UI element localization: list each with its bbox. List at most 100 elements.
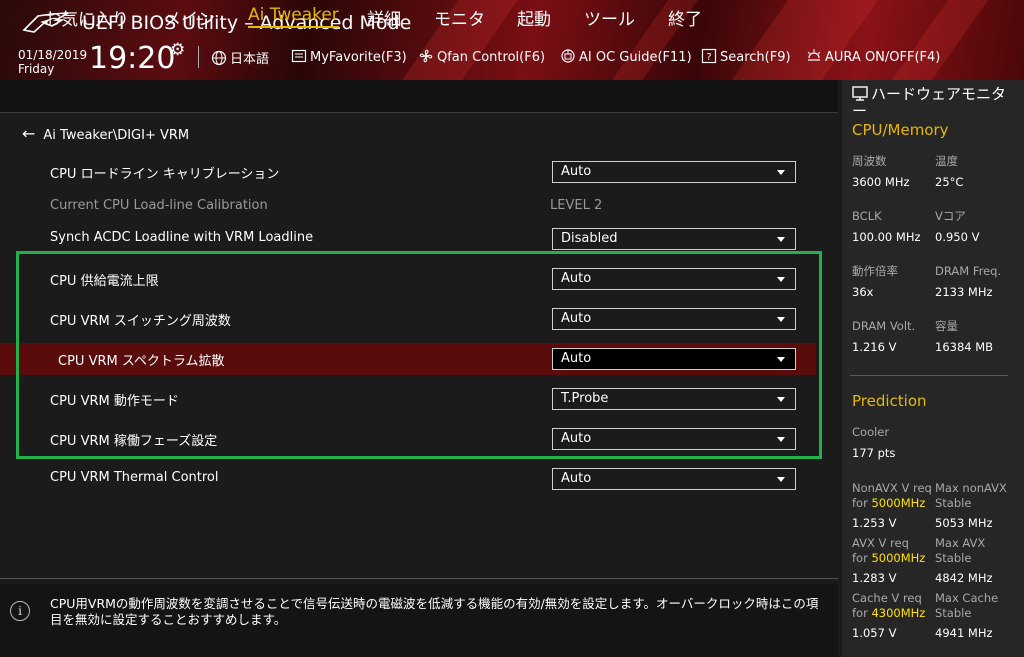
nonavx-freq: 5000MHz xyxy=(871,496,926,510)
max-nonavx-sub: Stable xyxy=(935,496,972,510)
tab-advanced[interactable]: 詳細 xyxy=(367,5,401,30)
max-nonavx-value: 5053 MHz xyxy=(935,516,993,530)
monitor-value: 3600 MHz xyxy=(852,175,910,189)
monitor-icon xyxy=(852,86,868,101)
tab-monitor[interactable]: モニタ xyxy=(434,5,485,30)
myfavorite-label: MyFavorite(F3) xyxy=(310,50,407,65)
settings-gear-icon[interactable]: ⚙ xyxy=(170,40,185,60)
monitor-value: 2133 MHz xyxy=(935,285,993,299)
monitor-value: 100.00 MHz xyxy=(852,230,921,244)
max-avx-sub: Stable xyxy=(935,551,972,565)
info-icon: i xyxy=(10,601,30,621)
svg-text:?: ? xyxy=(706,52,711,63)
favorite-icon xyxy=(291,49,307,63)
cache-for: for xyxy=(852,606,868,620)
header-decoration xyxy=(724,0,886,80)
globe-icon xyxy=(211,50,227,66)
ai-oc-guide-icon xyxy=(561,49,575,63)
myfavorite-button[interactable]: MyFavorite(F3) xyxy=(291,48,407,65)
cpu-memory-heading: CPU/Memory xyxy=(852,121,949,139)
chevron-down-icon xyxy=(777,237,785,242)
avx-value: 1.283 V xyxy=(852,571,897,585)
setting-label: CPU VRM Thermal Control xyxy=(50,470,219,485)
setting-label: Current CPU Load-line Calibration xyxy=(50,198,268,213)
max-avx-value: 4842 MHz xyxy=(935,571,993,585)
avx-freq: 5000MHz xyxy=(871,551,926,565)
cpu-vrm-thermal-control-select[interactable]: Auto xyxy=(552,468,796,490)
ai-oc-guide-label: AI OC Guide(F11) xyxy=(579,50,692,65)
monitor-value: 16384 MB xyxy=(935,340,994,354)
tab-exit[interactable]: 終了 xyxy=(668,5,702,30)
monitor-label: Vコア xyxy=(935,209,966,223)
monitor-label: 周波数 xyxy=(852,154,887,168)
tab-main[interactable]: メイン xyxy=(164,5,215,30)
setting-label: Synch ACDC Loadline with VRM Loadline xyxy=(50,230,314,245)
select-value: Disabled xyxy=(561,231,618,246)
breadcrumb-path: Ai Tweaker\DIGI+ VRM xyxy=(43,128,190,143)
max-nonavx-label-text: Max nonAVX xyxy=(935,481,1007,495)
nonavx-for: for xyxy=(852,496,868,510)
monitor-label: 容量 xyxy=(935,319,958,333)
avx-label: AVX V req for 5000MHz xyxy=(852,536,925,566)
ai-oc-guide-button[interactable]: AI OC Guide(F11) xyxy=(560,48,692,65)
nonavx-label: NonAVX V req for 5000MHz xyxy=(852,481,932,511)
monitor-label: 温度 xyxy=(935,154,958,168)
monitor-label: 動作倍率 xyxy=(852,264,898,278)
tab-ai-tweaker[interactable]: Ai Tweaker xyxy=(248,5,339,28)
app-title: UEFI BIOS Utility – Advanced Mode xyxy=(82,12,412,34)
prediction-heading: Prediction xyxy=(852,392,927,410)
monitor-label: DRAM Volt. xyxy=(852,319,916,333)
monitor-value: 36x xyxy=(852,285,874,299)
nonavx-value: 1.253 V xyxy=(852,516,897,530)
max-avx-label: Max AVX Stable xyxy=(935,536,985,566)
max-cache-sub: Stable xyxy=(935,606,972,620)
date-display: 01/18/2019 xyxy=(18,48,88,62)
header-decoration xyxy=(884,0,996,80)
language-label: 日本語 xyxy=(230,52,270,67)
cache-label-text: Cache V req xyxy=(852,591,922,605)
back-arrow-icon[interactable]: ← xyxy=(22,124,35,143)
monitor-divider xyxy=(850,375,1008,376)
nonavx-label-text: NonAVX V req xyxy=(852,481,932,495)
search-label: Search(F9) xyxy=(720,50,791,65)
tab-favorites[interactable]: お気に入り xyxy=(44,5,129,30)
monitor-label: BCLK xyxy=(852,209,882,223)
max-cache-value: 4941 MHz xyxy=(935,626,993,640)
language-button[interactable]: 日本語 xyxy=(211,48,269,67)
hardware-monitor-title-text: ハードウェアモニター xyxy=(852,85,1007,120)
avx-label-text: AVX V req xyxy=(852,536,909,550)
avx-for: for xyxy=(852,551,868,565)
search-icon: ? xyxy=(701,48,717,64)
hardware-monitor-title: ハードウェアモニター xyxy=(852,86,1020,120)
synch-acdc-loadline-select[interactable]: Disabled xyxy=(552,228,796,250)
search-button[interactable]: ? Search(F9) xyxy=(701,48,791,65)
fan-icon xyxy=(419,49,433,63)
annotation-highlight-box xyxy=(16,251,822,459)
main-menu xyxy=(0,80,838,113)
cache-freq: 4300MHz xyxy=(871,606,926,620)
max-cache-label: Max Cache Stable xyxy=(935,591,998,621)
chevron-down-icon xyxy=(777,477,785,482)
current-llc-value: LEVEL 2 xyxy=(550,198,603,213)
max-nonavx-label: Max nonAVX Stable xyxy=(935,481,1007,511)
cpu-load-line-calibration-select[interactable]: Auto xyxy=(552,161,796,183)
aura-toggle-button[interactable]: AURA ON/OFF(F4) xyxy=(806,48,940,65)
cache-value: 1.057 V xyxy=(852,626,897,640)
max-cache-label-text: Max Cache xyxy=(935,591,999,605)
tab-tool[interactable]: ツール xyxy=(584,5,635,30)
monitor-label: DRAM Freq. xyxy=(935,264,1002,278)
monitor-value: 1.216 V xyxy=(852,340,897,354)
monitor-value: 0.950 V xyxy=(935,230,980,244)
tab-boot[interactable]: 起動 xyxy=(517,5,551,30)
aura-icon xyxy=(807,49,821,61)
day-display: Friday xyxy=(18,62,55,76)
qfan-control-button[interactable]: Qfan Control(F6) xyxy=(418,48,545,65)
header-divider xyxy=(198,46,199,68)
cooler-value: 177 pts xyxy=(852,446,896,460)
qfan-label: Qfan Control(F6) xyxy=(437,50,546,65)
breadcrumb[interactable]: ← Ai Tweaker\DIGI+ VRM xyxy=(22,124,189,143)
chevron-down-icon xyxy=(777,170,785,175)
aura-label: AURA ON/OFF(F4) xyxy=(825,50,941,65)
cache-label: Cache V req for 4300MHz xyxy=(852,591,925,621)
max-avx-label-text: Max AVX xyxy=(935,536,986,550)
